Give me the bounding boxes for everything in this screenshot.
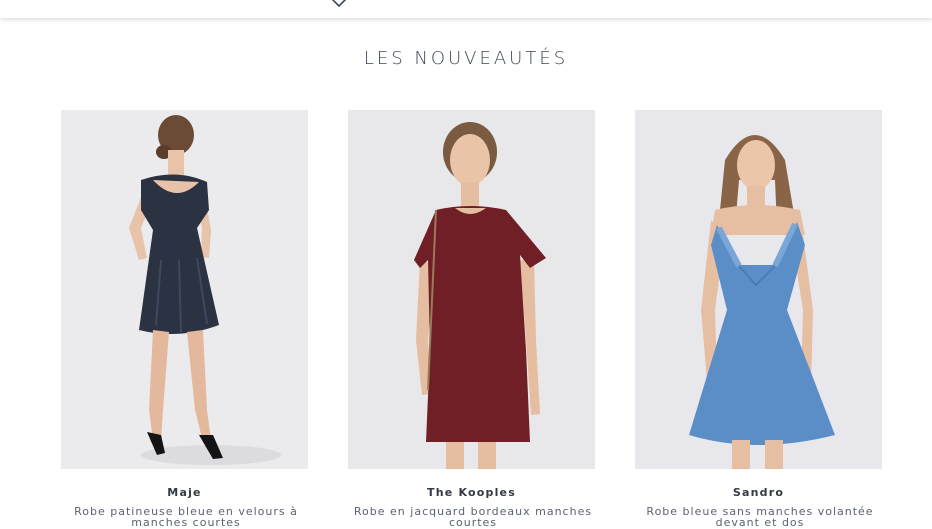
top-navigation-bar	[0, 0, 932, 18]
product-card-sandro[interactable]: Sandro Robe bleue sans manches volantée …	[635, 110, 882, 528]
product-image[interactable]	[61, 110, 308, 469]
chevron-down-icon[interactable]	[331, 0, 347, 10]
product-card-the-kooples[interactable]: The Kooples Robe en jacquard bordeaux ma…	[348, 110, 595, 528]
product-card-maje[interactable]: Maje Robe patineuse bleue en velours à m…	[61, 110, 308, 528]
product-description[interactable]: Robe en jacquard bordeaux manches courte…	[348, 506, 598, 528]
product-brand[interactable]: Maje	[61, 486, 308, 499]
product-image[interactable]	[348, 110, 595, 469]
product-image[interactable]	[635, 110, 882, 469]
product-description[interactable]: Robe bleue sans manches volantée devant …	[635, 506, 885, 528]
product-brand[interactable]: Sandro	[635, 486, 882, 499]
section-title: LES NOUVEAUTÉS	[363, 48, 569, 69]
product-description[interactable]: Robe patineuse bleue en velours à manche…	[61, 506, 311, 528]
product-brand[interactable]: The Kooples	[348, 486, 595, 499]
